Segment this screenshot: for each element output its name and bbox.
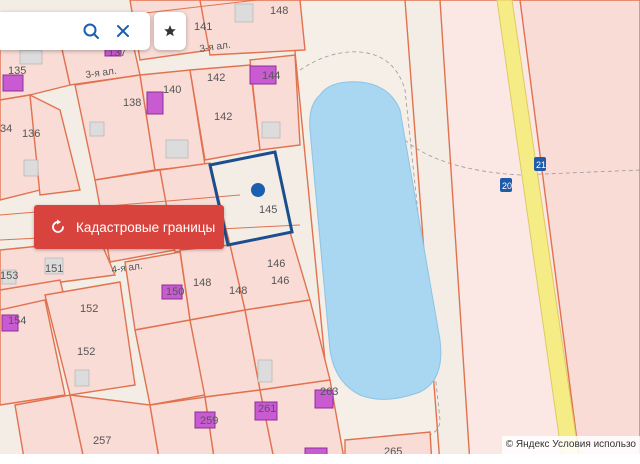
plot-number: 151 — [45, 263, 63, 275]
plot-number: 152 — [77, 346, 95, 358]
plot-number: 148 — [193, 277, 211, 289]
building — [89, 121, 105, 137]
svg-text:21: 21 — [536, 160, 546, 170]
road-sign-icon: 21 — [534, 157, 546, 171]
plot-number: 145 — [259, 204, 277, 216]
cadastral-borders-button[interactable]: Кадастровые границы — [34, 205, 224, 249]
search-box — [0, 12, 150, 52]
plot-number: 141 — [194, 21, 212, 33]
plot-number: 136 — [22, 128, 40, 140]
plot-number: 144 — [262, 70, 280, 82]
plot-number: 140 — [163, 84, 181, 96]
plot-number: 153 — [0, 270, 18, 282]
plot-number: 148 — [229, 285, 247, 297]
plot-number: 135 — [8, 65, 26, 77]
road-sign-icon: 20 — [500, 178, 512, 192]
copyright-notice: © Яндекс Условия использо — [501, 436, 640, 454]
building-registered — [146, 91, 164, 115]
search-icon[interactable] — [82, 22, 100, 40]
location-marker-icon[interactable] — [251, 183, 265, 197]
building — [257, 359, 273, 383]
plot-number: 138 — [123, 97, 141, 109]
plot-number: 152 — [80, 303, 98, 315]
plot-number: 34 — [0, 123, 12, 135]
building — [234, 3, 254, 23]
plot-number: 148 — [270, 5, 288, 17]
building-registered — [2, 74, 24, 92]
star-icon — [164, 25, 176, 37]
plot-number: 257 — [93, 435, 111, 447]
cadastral-borders-label: Кадастровые границы — [76, 219, 216, 235]
building — [19, 49, 43, 65]
building — [23, 159, 39, 177]
building — [261, 121, 281, 139]
plot-number: 263 — [320, 386, 338, 398]
search-input[interactable] — [0, 12, 78, 52]
bottom-strip — [0, 454, 640, 464]
building — [165, 139, 189, 159]
close-icon[interactable] — [114, 22, 132, 40]
plot-number: 150 — [166, 286, 184, 298]
plot-number: 259 — [200, 415, 218, 427]
plot-number: 146 — [271, 275, 289, 287]
plot-number: 261 — [258, 403, 276, 415]
building — [74, 369, 90, 387]
plot-number: 154 — [8, 315, 26, 327]
favorite-button[interactable] — [154, 12, 186, 50]
plot-number: 142 — [207, 72, 225, 84]
refresh-icon — [52, 219, 64, 233]
svg-text:20: 20 — [502, 181, 512, 191]
plot-number: 142 — [214, 111, 232, 123]
plot-number: 146 — [267, 258, 285, 270]
